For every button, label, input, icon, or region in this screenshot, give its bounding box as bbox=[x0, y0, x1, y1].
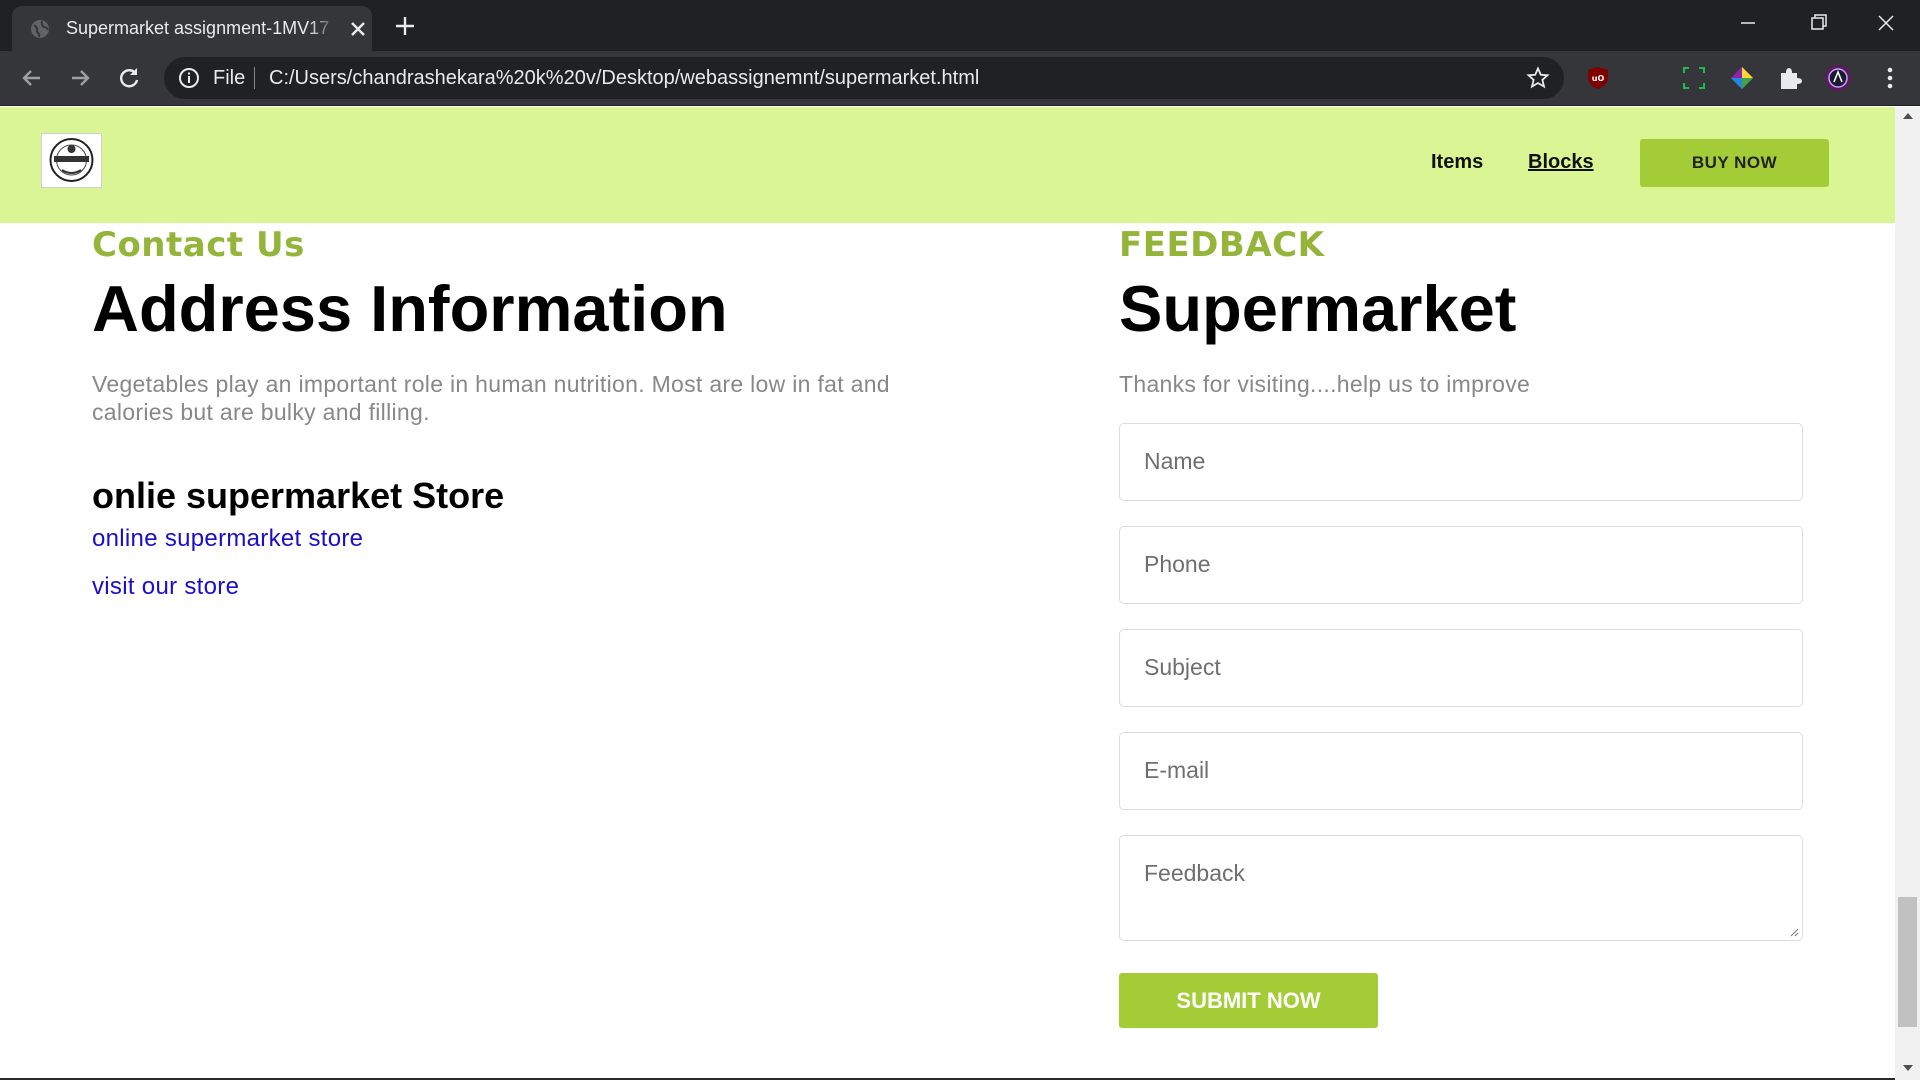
name-placeholder: Name bbox=[1144, 448, 1206, 474]
back-arrow-icon[interactable] bbox=[18, 64, 46, 92]
submit-button[interactable]: SUBMIT NOW bbox=[1119, 973, 1378, 1028]
store-heading: onlie supermarket Store bbox=[92, 475, 505, 516]
ublock-extension-icon[interactable]: uO bbox=[1584, 64, 1612, 92]
nav-link-blocks[interactable]: Blocks bbox=[1528, 151, 1594, 174]
forward-arrow-icon[interactable] bbox=[66, 64, 94, 92]
feedback-placeholder: Feedback bbox=[1144, 860, 1246, 886]
browser-toolbar: File C:/Users/chandrashekara%20k%20v/Des… bbox=[0, 51, 1920, 106]
browser-tab-bar: Supermarket assignment-1MV17 bbox=[0, 0, 1920, 51]
visit-store-link[interactable]: visit our store bbox=[92, 573, 239, 601]
college-emblem-icon bbox=[49, 138, 94, 182]
globe-icon bbox=[31, 20, 49, 38]
tab-title: Supermarket assignment-1MV17 bbox=[66, 18, 338, 40]
feedback-eyebrow: FEEDBACK bbox=[1119, 225, 1325, 265]
feedback-textarea[interactable]: Feedback bbox=[1119, 835, 1803, 941]
name-field[interactable]: Name bbox=[1119, 423, 1803, 501]
nav-link-items[interactable]: Items bbox=[1431, 151, 1483, 174]
contact-eyebrow: Contact Us bbox=[92, 225, 305, 265]
feedback-title: Supermarket bbox=[1119, 272, 1517, 345]
feedback-description: Thanks for visiting....help us to improv… bbox=[1119, 371, 1531, 397]
scroll-down-arrow-icon[interactable] bbox=[1903, 1065, 1913, 1071]
scroll-up-arrow-icon[interactable] bbox=[1903, 113, 1913, 119]
info-icon[interactable] bbox=[178, 67, 200, 89]
url-scheme-label: File bbox=[213, 67, 246, 89]
profile-avatar-icon[interactable] bbox=[1824, 64, 1852, 92]
site-header: Items Blocks BUY NOW bbox=[0, 107, 1895, 223]
site-logo[interactable] bbox=[41, 133, 102, 188]
scroll-thumb[interactable] bbox=[1898, 897, 1917, 1027]
extensions-puzzle-icon[interactable] bbox=[1776, 64, 1804, 92]
subject-placeholder: Subject bbox=[1144, 654, 1221, 680]
page-viewport: Items Blocks BUY NOW Contact Us Address … bbox=[0, 107, 1895, 1080]
minimize-icon[interactable] bbox=[1730, 8, 1766, 38]
browser-tab[interactable]: Supermarket assignment-1MV17 bbox=[12, 6, 372, 51]
reload-icon[interactable] bbox=[115, 64, 143, 92]
restore-icon[interactable] bbox=[1800, 8, 1836, 38]
address-bar[interactable]: File C:/Users/chandrashekara%20k%20v/Des… bbox=[164, 57, 1564, 99]
color-picker-extension-icon[interactable] bbox=[1728, 64, 1756, 92]
email-field[interactable]: E-mail bbox=[1119, 732, 1803, 810]
address-title: Address Information bbox=[92, 272, 728, 345]
contact-description: Vegetables play an important role in hum… bbox=[92, 371, 890, 425]
screenshot-extension-icon[interactable] bbox=[1680, 64, 1708, 92]
online-store-link[interactable]: online supermarket store bbox=[92, 525, 363, 553]
url-divider bbox=[254, 67, 255, 89]
page-scrollbar[interactable] bbox=[1895, 107, 1920, 1080]
buy-now-button[interactable]: BUY NOW bbox=[1640, 139, 1829, 187]
more-menu-icon[interactable] bbox=[1876, 64, 1904, 92]
subject-field[interactable]: Subject bbox=[1119, 629, 1803, 707]
close-tab-icon[interactable] bbox=[346, 17, 370, 41]
phone-placeholder: Phone bbox=[1144, 551, 1211, 577]
url-text[interactable]: C:/Users/chandrashekara%20k%20v/Desktop/… bbox=[269, 67, 979, 90]
resize-handle-icon[interactable] bbox=[1789, 927, 1799, 937]
svg-text:uO: uO bbox=[1592, 74, 1605, 83]
email-placeholder: E-mail bbox=[1144, 757, 1210, 783]
new-tab-icon[interactable] bbox=[392, 13, 418, 39]
phone-field[interactable]: Phone bbox=[1119, 526, 1803, 604]
window-close-icon[interactable] bbox=[1868, 8, 1904, 38]
bookmark-star-icon[interactable] bbox=[1526, 66, 1550, 90]
